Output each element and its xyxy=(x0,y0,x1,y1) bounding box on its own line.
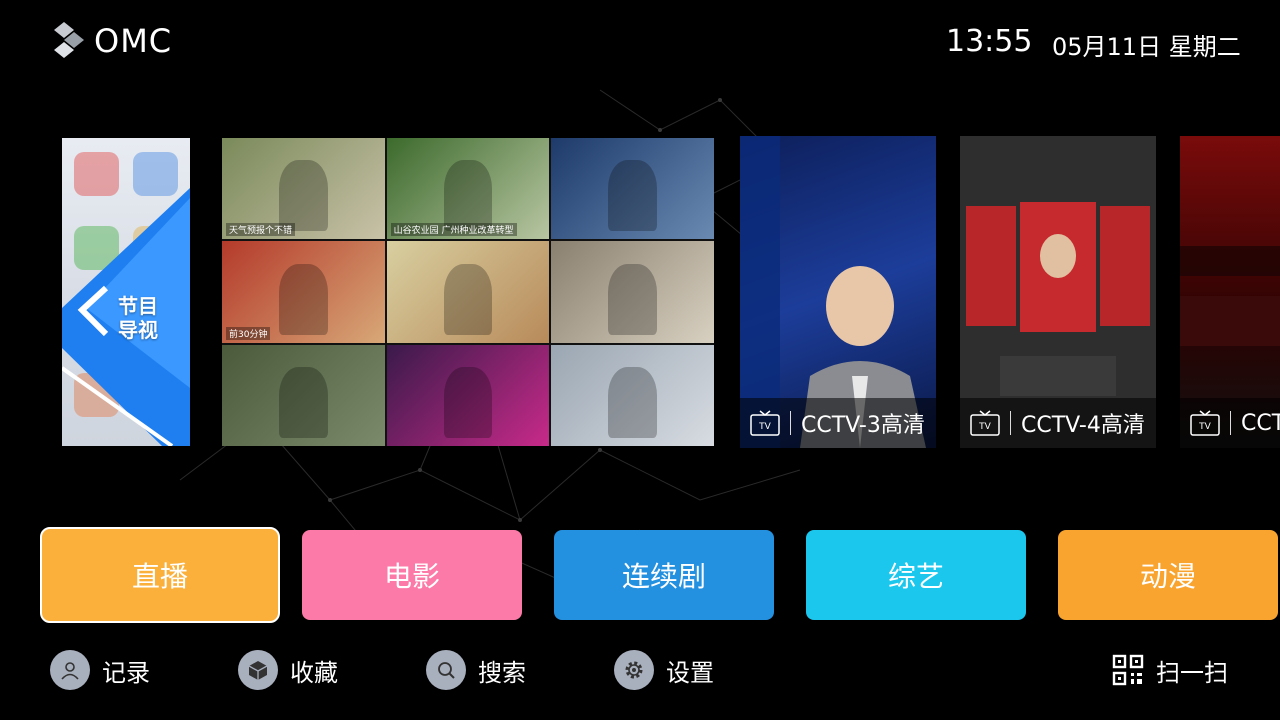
gear-icon xyxy=(614,650,654,690)
channel-preview-tile[interactable] xyxy=(551,241,714,343)
channel-name: CCTV-3高清 xyxy=(801,413,925,438)
live-channel-mosaic[interactable]: 天气预报个不错 山谷农业园 广州种业改革转型前30分钟 xyxy=(222,138,714,446)
logo-text: OMC xyxy=(94,22,173,60)
tile-caption: 天气预报个不错 xyxy=(226,223,296,237)
channel-preview-tile[interactable] xyxy=(222,344,385,446)
guide-label: 节目导视 xyxy=(118,294,158,342)
tile-figure xyxy=(443,160,493,232)
tile-figure xyxy=(278,160,328,232)
date-weekday: 05月11日 星期二 xyxy=(1052,33,1241,61)
program-guide-card[interactable]: 节目导视 xyxy=(62,138,190,446)
favorites-nav-item[interactable]: 收藏 xyxy=(238,650,338,690)
channel-card-cctv4[interactable]: TV CCTV-4高清 xyxy=(960,136,1156,448)
channel-preview-tile[interactable]: 天气预报个不错 xyxy=(222,138,385,240)
tile-figure xyxy=(278,263,328,335)
channel-name: CCT xyxy=(1241,410,1280,436)
scan-label: 扫一扫 xyxy=(1156,658,1228,687)
channel-preview-tile[interactable] xyxy=(551,138,714,240)
box-icon xyxy=(238,650,278,690)
search-label: 搜索 xyxy=(478,658,526,687)
history-nav-item[interactable]: 记录 xyxy=(50,650,150,690)
anime-button[interactable]: 动漫 xyxy=(1058,530,1278,620)
history-label: 记录 xyxy=(102,658,150,687)
channel-preview-tile[interactable]: 山谷农业园 广州种业改革转型 xyxy=(386,138,550,240)
tile-figure xyxy=(443,366,493,438)
channel-card-partial[interactable]: TV CCT xyxy=(1180,136,1280,448)
qr-code-icon xyxy=(1112,654,1144,686)
svg-text:TV: TV xyxy=(758,422,771,432)
tile-figure xyxy=(278,366,328,438)
movie-button[interactable]: 电影 xyxy=(302,530,522,620)
variety-button[interactable]: 综艺 xyxy=(806,530,1026,620)
series-button[interactable]: 连续剧 xyxy=(554,530,774,620)
omc-logo-icon xyxy=(54,22,84,58)
tv-icon: TV xyxy=(1190,410,1220,436)
tv-icon: TV xyxy=(970,410,1000,436)
channel-preview-tile[interactable] xyxy=(386,344,550,446)
svg-text:TV: TV xyxy=(978,422,991,432)
channel-preview-tile[interactable]: 前30分钟 xyxy=(222,241,385,343)
tv-icon: TV xyxy=(750,410,780,436)
tile-caption: 山谷农业园 广州种业改革转型 xyxy=(390,223,517,237)
tile-figure xyxy=(608,366,658,438)
svg-text:TV: TV xyxy=(1198,422,1211,432)
guide-arrow-graphic xyxy=(62,188,190,446)
channel-preview-tile[interactable] xyxy=(386,241,550,343)
user-icon xyxy=(50,650,90,690)
tile-figure xyxy=(443,263,493,335)
channel-bar: TV CCTV-3高清 xyxy=(740,398,936,448)
channel-bar: TV CCT xyxy=(1180,398,1280,448)
app-logo: OMC xyxy=(54,22,172,60)
channel-preview-tile[interactable] xyxy=(551,344,714,446)
channel-name: CCTV-4高清 xyxy=(1021,413,1145,438)
favorites-label: 收藏 xyxy=(290,658,338,687)
channel-card-cctv3[interactable]: TV CCTV-3高清 xyxy=(740,136,936,448)
tile-caption: 前30分钟 xyxy=(226,326,271,340)
clock: 13:55 xyxy=(946,24,1033,59)
settings-nav-item[interactable]: 设置 xyxy=(614,650,714,690)
live-tv-button[interactable]: 直播 xyxy=(40,527,280,623)
settings-label: 设置 xyxy=(666,658,714,687)
search-icon xyxy=(426,650,466,690)
tile-figure xyxy=(608,160,658,232)
scan-nav-item[interactable]: 扫一扫 xyxy=(1112,650,1228,690)
channel-bar: TV CCTV-4高清 xyxy=(960,398,1156,448)
tile-figure xyxy=(608,263,658,335)
search-nav-item[interactable]: 搜索 xyxy=(426,650,526,690)
